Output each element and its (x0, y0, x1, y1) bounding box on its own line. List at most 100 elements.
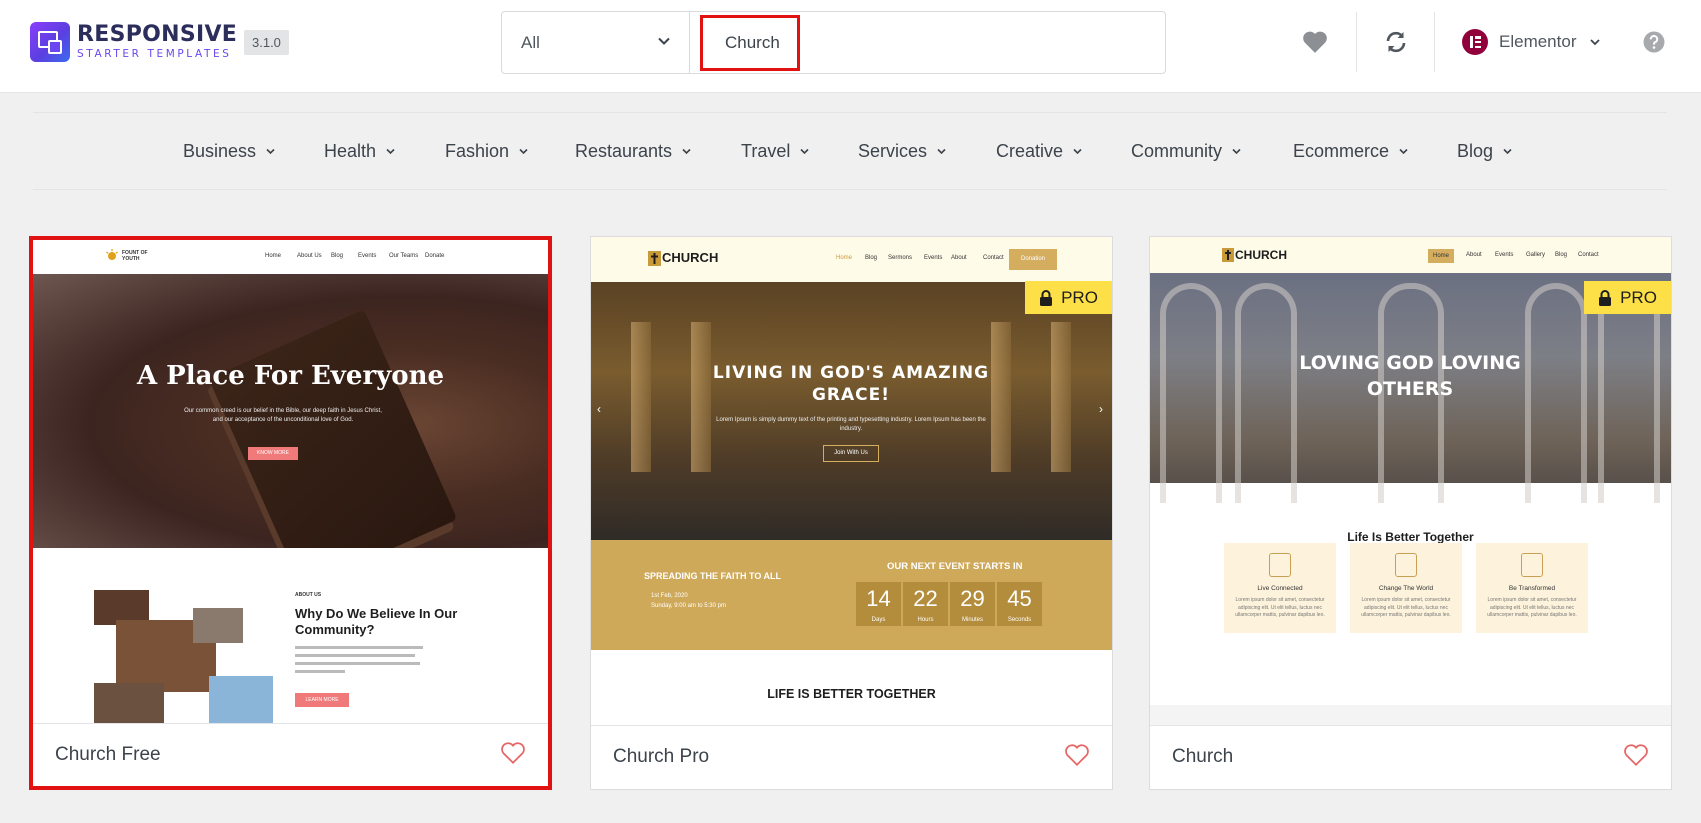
category-creative[interactable]: Creative (996, 141, 1083, 162)
category-label: Restaurants (575, 141, 673, 161)
help-icon[interactable] (1643, 31, 1665, 53)
card-footer: Church (1150, 725, 1671, 789)
preview-hero-title: LIVING IN GOD'S AMAZING GRACE! (712, 363, 990, 406)
pro-badge-label: PRO (1620, 287, 1657, 307)
brand-tagline: STARTER TEMPLATES (77, 48, 232, 61)
preview-nav-item: Blog (331, 253, 344, 259)
version-badge: 3.1.0 (244, 30, 289, 55)
favorite-heart-icon[interactable] (500, 741, 526, 765)
preview-band-time: Sunday, 9:00 am to 5:30 pm (651, 603, 726, 609)
elementor-logo-icon (1462, 29, 1488, 55)
category-community[interactable]: Community (1131, 141, 1242, 162)
category-travel[interactable]: Travel (741, 141, 810, 162)
category-label: Ecommerce (1293, 141, 1390, 161)
preview-nav-item: Events (1495, 252, 1514, 258)
divider (1434, 12, 1435, 72)
slider-next-icon: › (1099, 402, 1103, 416)
card-title: Church Pro (613, 746, 710, 767)
cross-logo-icon (1222, 248, 1234, 262)
page-builder-label: Elementor (1499, 32, 1577, 51)
preview-band-title: SPREADING THE FAITH TO ALL (644, 571, 782, 581)
preview-section-button: LEARN MORE (295, 693, 349, 707)
category-label: Community (1131, 141, 1223, 161)
preview-logo: CHURCH (1235, 248, 1287, 262)
preview-nav-item: Home (265, 253, 282, 259)
brand-name: RESPONSIVE (77, 22, 238, 48)
card-title: Church Free (55, 744, 161, 765)
preview-hero-button: Join With Us (823, 445, 879, 462)
preview-nav-button: Donation (1009, 249, 1057, 270)
template-card-church[interactable]: CHURCH Home About Events Gallery Blog Co… (1149, 236, 1672, 790)
preview-section-kicker: ABOUT US (295, 592, 322, 598)
preview-nav-item: About Us (297, 253, 322, 259)
sun-logo-icon (106, 249, 118, 260)
preview-hero-button: KNOW MORE (248, 447, 298, 460)
preview-nav-item: Blog (865, 255, 878, 261)
search-input[interactable] (700, 15, 800, 71)
preview-feature-card: Live Connected Lorem ipsum dolor sit ame… (1224, 543, 1336, 633)
category-health[interactable]: Health (324, 141, 396, 162)
chevron-down-icon (800, 148, 809, 155)
preview-band-date: 1st Feb, 2020 (651, 593, 688, 599)
preview-nav-item: Contact (983, 255, 1004, 261)
preview-countdown-title: OUR NEXT EVENT STARTS IN (887, 561, 1023, 572)
chevron-down-icon (1590, 39, 1601, 46)
preview-nav-item: Events (358, 253, 377, 259)
lock-icon (1040, 289, 1053, 306)
category-ecommerce[interactable]: Ecommerce (1293, 141, 1409, 162)
category-label: Travel (741, 141, 791, 161)
preview-hero-title: LOVING GOD LOVING OTHERS (1299, 352, 1521, 400)
preview-nav-item: Home (836, 255, 853, 261)
category-label: Health (324, 141, 377, 161)
chevron-down-icon (937, 148, 946, 155)
pro-badge: PRO (1584, 281, 1671, 314)
chevron-down-icon (658, 37, 670, 45)
type-select[interactable]: All (502, 12, 690, 73)
category-blog[interactable]: Blog (1457, 141, 1513, 162)
favorite-heart-icon[interactable] (1064, 743, 1090, 767)
category-restaurants[interactable]: Restaurants (575, 141, 692, 162)
preview-nav-item: Events (924, 255, 943, 261)
sync-icon[interactable] (1384, 30, 1408, 54)
chevron-down-icon (1232, 148, 1241, 155)
chevron-down-icon (682, 148, 691, 155)
template-card-church-free[interactable]: FOUNT OF YOUTH Home About Us Blog Events… (29, 236, 552, 790)
preview-feature-card: Change The World Lorem ipsum dolor sit a… (1350, 543, 1462, 633)
template-preview: CHURCH Home About Events Gallery Blog Co… (1150, 237, 1671, 727)
preview-nav-item: Contact (1578, 252, 1599, 258)
chevron-down-icon (1399, 148, 1408, 155)
preview-hero-image: ‹ › LIVING IN GOD'S AMAZING GRACE! Lorem… (591, 282, 1112, 540)
search-bar: All (501, 11, 1166, 74)
preview-nav-item: Blog (1555, 252, 1568, 258)
chevron-down-icon (1073, 148, 1082, 155)
preview-section-title: LIFE IS BETTER TOGETHER (767, 687, 936, 701)
countdown-box: 45 Seconds (997, 582, 1042, 626)
category-services[interactable]: Services (858, 141, 947, 162)
divider (1356, 12, 1357, 72)
page-builder-selector[interactable]: Elementor (1462, 29, 1601, 55)
preview-hero-image: A Place For Everyone Our common creed is… (33, 274, 548, 589)
brand-logo-icon (30, 22, 70, 62)
category-nav: Business Health Fashion Restaurants Trav… (33, 112, 1667, 190)
preview-nav-item: About (951, 255, 967, 261)
card-footer: Church Pro (591, 725, 1112, 789)
category-business[interactable]: Business (183, 141, 276, 162)
preview-nav-item: Gallery (1526, 252, 1546, 258)
favorite-heart-icon[interactable] (1623, 743, 1649, 767)
preview-nav-item: About (1466, 252, 1482, 258)
category-label: Business (183, 141, 257, 161)
preview-hero-text: Our common creed is our belief in the Bi… (184, 408, 382, 423)
preview-hero-title: A Place For Everyone (136, 361, 445, 391)
countdown-box: 14 Days (856, 582, 901, 626)
card-title: Church (1172, 746, 1234, 767)
template-card-church-pro[interactable]: CHURCH Home Blog Sermons Events About Co… (590, 236, 1113, 790)
lock-icon (1599, 289, 1612, 306)
type-select-value: All (521, 32, 540, 52)
heart-icon[interactable] (1302, 30, 1328, 54)
category-fashion[interactable]: Fashion (445, 141, 529, 162)
category-label: Blog (1457, 141, 1494, 161)
chevron-down-icon (1503, 148, 1512, 155)
brand-logo[interactable]: RESPONSIVE STARTER TEMPLATES (30, 22, 237, 62)
preview-section-title: Life Is Better Together (1347, 530, 1474, 544)
preview-nav-item: Our Teams (389, 253, 419, 259)
